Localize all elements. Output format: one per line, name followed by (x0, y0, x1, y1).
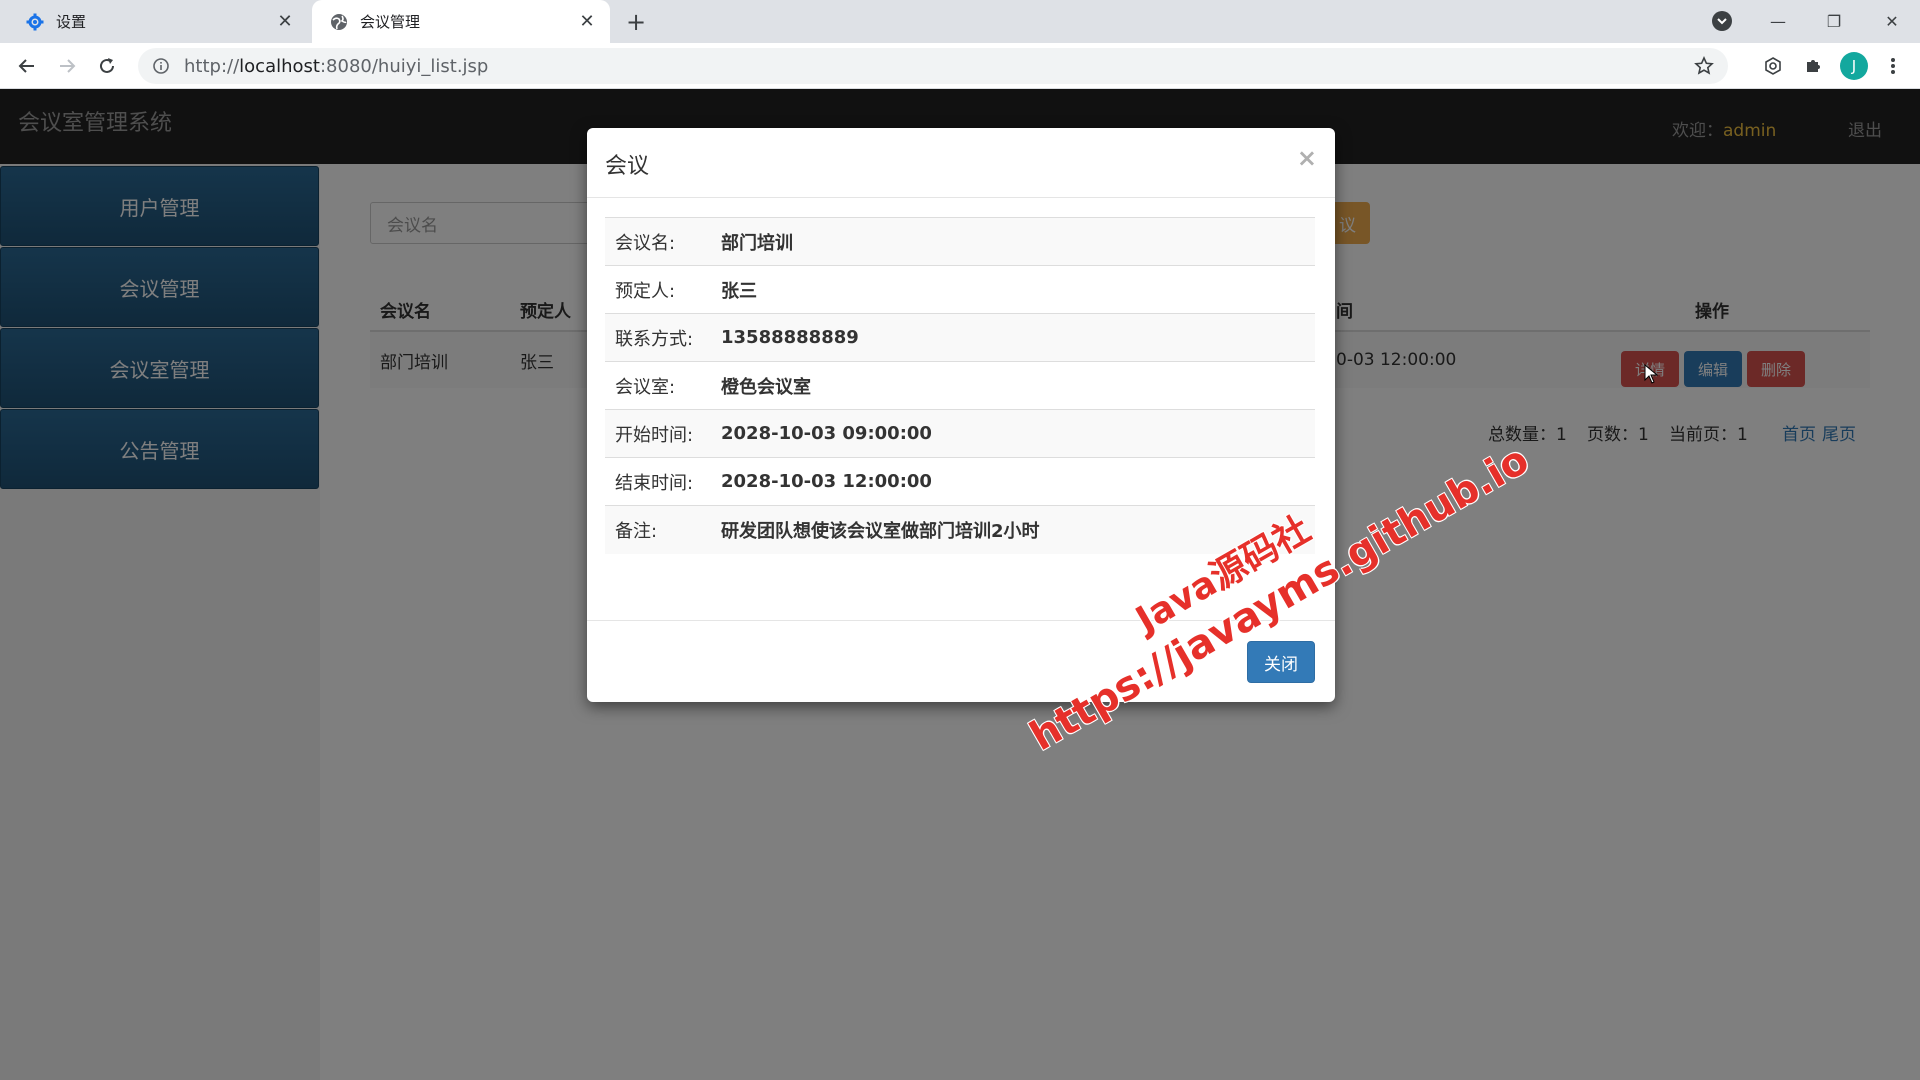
close-icon[interactable]: × (1297, 144, 1317, 172)
mouse-cursor-icon (1644, 363, 1659, 384)
profile-avatar[interactable]: J (1840, 52, 1868, 80)
detail-value: 研发团队想使该会议室做部门培训2小时 (721, 521, 1040, 542)
detail-row: 备注: 研发团队想使该会议室做部门培训2小时 (605, 506, 1315, 554)
globe-icon (330, 13, 348, 31)
detail-row: 会议名: 部门培训 (605, 218, 1315, 266)
extension-icon[interactable] (1760, 53, 1786, 79)
detail-label: 预定人: (615, 280, 676, 302)
bookmark-star-icon[interactable] (1694, 56, 1714, 76)
tab-title: 会议管理 (360, 13, 421, 31)
more-menu-icon[interactable] (1880, 53, 1906, 79)
close-button[interactable]: 关闭 (1247, 641, 1315, 683)
back-arrow-icon[interactable] (12, 51, 42, 81)
browser-toolbar: http://localhost:8080/huiyi_list.jsp (0, 43, 1920, 89)
detail-label: 开始时间: (615, 424, 694, 446)
detail-value: 13588888889 (721, 327, 859, 348)
window-close-icon[interactable]: ✕ (1864, 0, 1920, 43)
minimize-icon[interactable]: — (1750, 0, 1806, 43)
modal-footer-divider (587, 620, 1335, 621)
reload-icon[interactable] (92, 51, 122, 81)
tab-meeting-management[interactable]: 会议管理 ✕ (312, 0, 610, 43)
tab-title: 设置 (56, 13, 87, 31)
detail-row: 开始时间: 2028-10-03 09:00:00 (605, 410, 1315, 458)
detail-value: 部门培训 (721, 232, 793, 254)
gear-icon (26, 13, 44, 31)
detail-row: 联系方式: 13588888889 (605, 314, 1315, 362)
restore-icon[interactable]: ❐ (1806, 0, 1862, 43)
detail-label: 联系方式: (615, 328, 694, 350)
modal-header: 会议 × (587, 128, 1335, 198)
detail-value: 张三 (721, 280, 757, 302)
modal-title: 会议 (605, 154, 650, 179)
address-bar[interactable]: http://localhost:8080/huiyi_list.jsp (138, 48, 1728, 84)
detail-label: 会议室: (615, 376, 676, 398)
detail-row: 结束时间: 2028-10-03 12:00:00 (605, 458, 1315, 506)
detail-value: 2028-10-03 12:00:00 (721, 471, 932, 492)
detail-table: 会议名: 部门培训 预定人: 张三 联系方式: 13588888889 会议室:… (605, 217, 1315, 554)
detail-row: 会议室: 橙色会议室 (605, 362, 1315, 410)
detail-label: 会议名: (615, 232, 676, 254)
detail-label: 结束时间: (615, 472, 694, 494)
tab-settings[interactable]: 设置 ✕ (8, 0, 308, 43)
info-icon[interactable] (152, 57, 170, 75)
tab-search-icon[interactable] (1712, 11, 1732, 31)
detail-value: 2028-10-03 09:00:00 (721, 423, 932, 444)
close-icon[interactable]: ✕ (576, 11, 598, 33)
new-tab-button[interactable]: + (622, 8, 650, 36)
detail-row: 预定人: 张三 (605, 266, 1315, 314)
detail-label: 备注: (615, 521, 658, 542)
forward-arrow-icon[interactable] (52, 51, 82, 81)
url-text: http://localhost:8080/huiyi_list.jsp (184, 55, 489, 77)
puzzle-icon[interactable] (1800, 53, 1826, 79)
close-icon[interactable]: ✕ (274, 11, 296, 33)
browser-tab-strip: 设置 ✕ 会议管理 ✕ + — ❐ ✕ (0, 0, 1920, 43)
meeting-detail-modal: 会议 × 会议名: 部门培训 预定人: 张三 联系方式: 13588888889… (587, 128, 1335, 702)
detail-value: 橙色会议室 (721, 376, 811, 398)
